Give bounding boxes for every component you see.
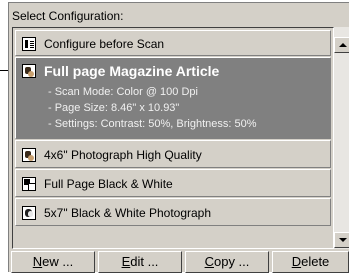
list-item-magazine-article[interactable]: Full page Magazine Article - Scan Mode: … <box>15 57 331 139</box>
list-item-full-page-bw[interactable]: Full Page Black & White <box>15 169 331 197</box>
configure-doc-icon <box>22 37 36 51</box>
edit-button[interactable]: Edit ... <box>98 251 182 273</box>
color-photo-icon <box>22 148 36 162</box>
scroll-up-button[interactable] <box>334 37 349 53</box>
detail-scan-mode: - Scan Mode: Color @ 100 Dpi <box>48 86 198 98</box>
configuration-panel: Select Configuration: Configure before S… <box>8 2 349 273</box>
list-item-5x7-bw-photograph[interactable]: 5x7" Black & White Photograph <box>15 198 331 226</box>
configuration-details: - Scan Mode: Color @ 100 Dpi - Page Size… <box>48 84 257 132</box>
color-photo-icon <box>22 64 36 78</box>
copy-button[interactable]: Copy ... <box>185 251 269 273</box>
list-item-label: Full page Magazine Article <box>44 63 220 79</box>
detail-settings: - Settings: Contrast: 50%, Brightness: 5… <box>48 118 257 130</box>
new-button[interactable]: New ... <box>11 251 95 273</box>
scroll-down-button[interactable] <box>334 232 349 248</box>
arrow-up-icon <box>339 43 347 47</box>
black-white-page-icon <box>22 177 36 191</box>
list-item-label: Configure before Scan <box>44 37 165 51</box>
black-white-photo-icon <box>22 206 36 220</box>
list-item-configure-before-scan[interactable]: Configure before Scan <box>15 30 331 56</box>
list-item-label: Full Page Black & White <box>44 177 173 191</box>
arrow-down-icon <box>339 238 347 242</box>
list-item-label: 5x7" Black & White Photograph <box>44 206 212 220</box>
list-item-label: 4x6" Photograph High Quality <box>44 148 202 162</box>
panel-title: Select Configuration: <box>12 9 124 23</box>
detail-page-size: - Page Size: 8.46" x 10.93" <box>48 102 180 114</box>
list-item-4x6-photograph[interactable]: 4x6" Photograph High Quality <box>15 140 331 168</box>
configuration-list[interactable]: Configure before Scan Full page Magazine… <box>12 27 334 249</box>
delete-button[interactable]: Delete <box>272 251 349 273</box>
list-scrollbar[interactable] <box>334 27 349 249</box>
